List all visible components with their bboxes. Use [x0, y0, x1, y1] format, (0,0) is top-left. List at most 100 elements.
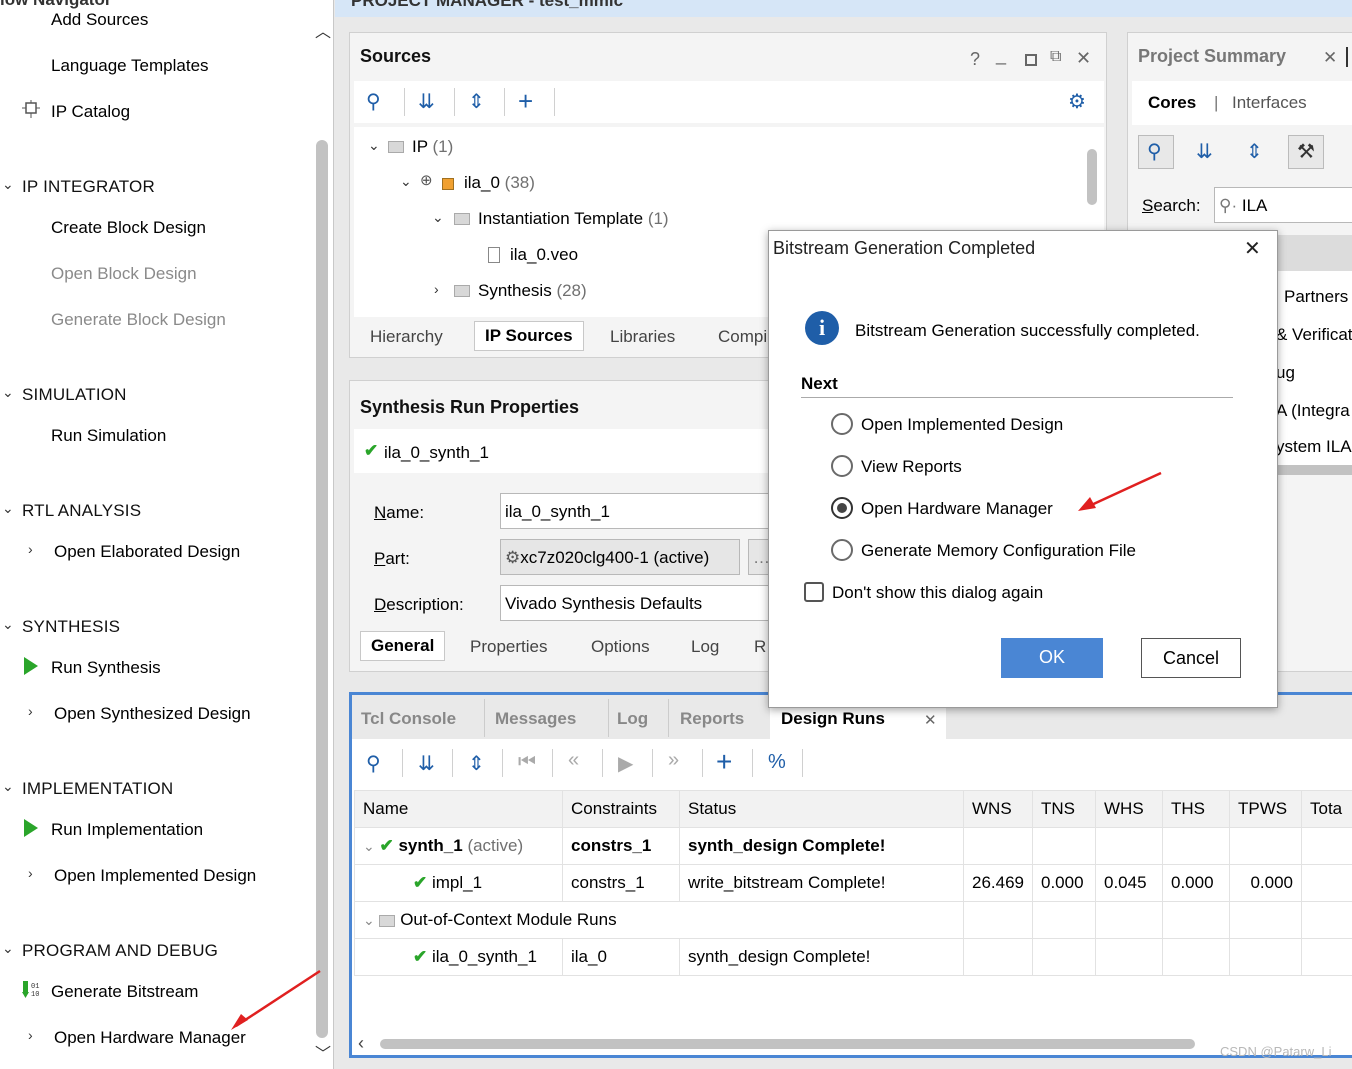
- chevron-down-icon[interactable]: ⌄: [400, 173, 412, 190]
- col-tpws[interactable]: TPWS: [1229, 790, 1302, 828]
- option-open-implemented-design[interactable]: Open Implemented Design: [861, 415, 1063, 435]
- radio-view-reports[interactable]: [831, 455, 853, 477]
- nav-open-synthesized-design[interactable]: Open Synthesized Design: [54, 704, 251, 724]
- help-icon[interactable]: ?: [970, 49, 980, 70]
- first-icon[interactable]: ⏮: [518, 751, 536, 774]
- option-view-reports[interactable]: View Reports: [861, 457, 962, 477]
- section-rtl-analysis[interactable]: RTL ANALYSIS: [22, 501, 141, 521]
- previous-icon[interactable]: «: [568, 749, 579, 772]
- percent-icon[interactable]: %: [768, 751, 786, 774]
- tab-log[interactable]: Log: [691, 637, 719, 657]
- runs-h-scrollbar[interactable]: [380, 1039, 1195, 1049]
- close-icon[interactable]: ✕: [1076, 48, 1091, 69]
- tree-ila-0[interactable]: ila_0 (38): [464, 173, 535, 193]
- next-icon[interactable]: »: [668, 749, 679, 772]
- nav-scrollbar[interactable]: [316, 140, 328, 1038]
- chevron-down-icon[interactable]: ⌄: [2, 384, 14, 401]
- dont-show-label[interactable]: Don't show this dialog again: [832, 583, 1043, 603]
- chevron-right-icon[interactable]: ›: [28, 865, 33, 881]
- chevron-right-icon[interactable]: ›: [434, 281, 439, 297]
- col-total[interactable]: Tota: [1301, 790, 1352, 828]
- expand-all-icon[interactable]: ⇕: [468, 89, 485, 114]
- option-open-hardware-manager[interactable]: Open Hardware Manager: [861, 499, 1053, 519]
- nav-run-implementation[interactable]: Run Implementation: [51, 820, 203, 840]
- col-status[interactable]: Status: [679, 790, 964, 828]
- chevron-down-icon[interactable]: ⌄: [368, 137, 380, 154]
- minimize-icon[interactable]: _: [996, 45, 1006, 66]
- tree-instantiation-template[interactable]: Instantiation Template (1): [478, 209, 669, 229]
- section-simulation[interactable]: SIMULATION: [22, 385, 127, 405]
- tab-properties[interactable]: Properties: [470, 637, 547, 657]
- maximize-icon[interactable]: [1025, 54, 1037, 66]
- tab-reports[interactable]: R: [754, 637, 766, 657]
- chevron-down-icon[interactable]: ⌄: [432, 209, 444, 226]
- tab-options[interactable]: Options: [591, 637, 650, 657]
- radio-open-hardware-manager[interactable]: [831, 497, 853, 519]
- tree-ip[interactable]: IP (1): [412, 137, 453, 157]
- scroll-down-icon[interactable]: ﹀: [315, 1040, 331, 1064]
- radio-open-implemented-design[interactable]: [831, 413, 853, 435]
- tab-cores[interactable]: Cores: [1148, 93, 1196, 113]
- col-whs[interactable]: WHS: [1095, 790, 1163, 828]
- tab-libraries[interactable]: Libraries: [610, 327, 675, 347]
- tab-general[interactable]: General: [360, 631, 446, 661]
- filter-button[interactable]: ⚒: [1288, 135, 1324, 169]
- close-icon[interactable]: ✕: [1323, 48, 1337, 68]
- chevron-right-icon[interactable]: ›: [28, 703, 33, 719]
- nav-open-implemented-design[interactable]: Open Implemented Design: [54, 866, 256, 886]
- scroll-up-icon[interactable]: ︿: [315, 18, 331, 42]
- nav-create-block-design[interactable]: Create Block Design: [51, 218, 206, 238]
- tab-interfaces[interactable]: Interfaces: [1232, 93, 1307, 113]
- close-icon[interactable]: ✕: [1244, 236, 1261, 261]
- list-item[interactable]: Partners: [1284, 287, 1348, 307]
- col-tns[interactable]: TNS: [1032, 790, 1096, 828]
- chevron-right-icon[interactable]: ›: [28, 1027, 33, 1043]
- play-icon[interactable]: ▶: [618, 751, 633, 776]
- tab-tcl-console[interactable]: Tcl Console: [361, 709, 456, 729]
- nav-run-simulation[interactable]: Run Simulation: [51, 426, 166, 446]
- collapse-all-icon[interactable]: ⇊: [418, 89, 435, 114]
- list-item[interactable]: ystem ILA: [1276, 437, 1352, 457]
- collapse-all-icon[interactable]: ⇊: [1196, 139, 1213, 164]
- chevron-down-icon[interactable]: ⌄: [363, 912, 375, 928]
- table-row[interactable]: ⌄ Out-of-Context Module Runs: [354, 901, 1352, 939]
- scroll-left-icon[interactable]: ‹: [358, 1033, 364, 1054]
- chevron-right-icon[interactable]: ›: [28, 541, 33, 557]
- dont-show-checkbox[interactable]: [804, 582, 824, 602]
- list-item[interactable]: ug: [1276, 363, 1295, 383]
- col-name[interactable]: Name: [354, 790, 563, 828]
- part-field[interactable]: ⚙xc7z020clg400-1 (active): [500, 539, 740, 575]
- search-toggle-button[interactable]: ⚲: [1138, 135, 1174, 169]
- radio-generate-memory-config[interactable]: [831, 539, 853, 561]
- tab-log[interactable]: Log: [617, 709, 648, 729]
- ps-scrollbar[interactable]: [1278, 465, 1352, 475]
- description-field[interactable]: Vivado Synthesis Defaults: [500, 585, 800, 621]
- list-item[interactable]: A (Integra: [1276, 401, 1350, 421]
- tree-ila-0-veo[interactable]: ila_0.veo: [510, 245, 578, 265]
- collapse-all-icon[interactable]: ⇊: [418, 751, 435, 776]
- close-icon[interactable]: ✕: [924, 711, 937, 729]
- section-program-and-debug[interactable]: PROGRAM AND DEBUG: [22, 941, 218, 961]
- nav-ip-catalog[interactable]: IP Catalog: [51, 102, 130, 122]
- option-generate-memory-config[interactable]: Generate Memory Configuration File: [861, 541, 1136, 561]
- chevron-down-icon[interactable]: ⌄: [363, 838, 375, 854]
- name-field[interactable]: ila_0_synth_1: [500, 493, 800, 529]
- tab-hierarchy[interactable]: Hierarchy: [370, 327, 443, 347]
- tab-ip-sources[interactable]: IP Sources: [474, 321, 584, 351]
- nav-run-synthesis[interactable]: Run Synthesis: [51, 658, 161, 678]
- expand-all-icon[interactable]: ⇕: [468, 751, 485, 776]
- search-icon[interactable]: ⚲: [366, 751, 381, 776]
- cancel-button[interactable]: Cancel: [1141, 638, 1241, 678]
- tab-reports[interactable]: Reports: [680, 709, 744, 729]
- tab-design-runs[interactable]: Design Runs: [781, 709, 885, 729]
- float-icon[interactable]: ⧉: [1050, 48, 1061, 66]
- gear-icon[interactable]: ⚙: [1068, 89, 1086, 114]
- col-ths[interactable]: THS: [1162, 790, 1230, 828]
- tree-synthesis[interactable]: Synthesis (28): [478, 281, 587, 301]
- nav-language-templates[interactable]: Language Templates: [51, 56, 209, 76]
- nav-add-sources[interactable]: Add Sources: [51, 10, 148, 30]
- add-icon[interactable]: +: [518, 86, 533, 117]
- expand-all-icon[interactable]: ⇕: [1246, 139, 1263, 164]
- tab-compile-order[interactable]: Compi: [718, 327, 767, 347]
- table-row[interactable]: ✔ ila_0_synth_1 ila_0 synth_design Compl…: [354, 938, 1352, 976]
